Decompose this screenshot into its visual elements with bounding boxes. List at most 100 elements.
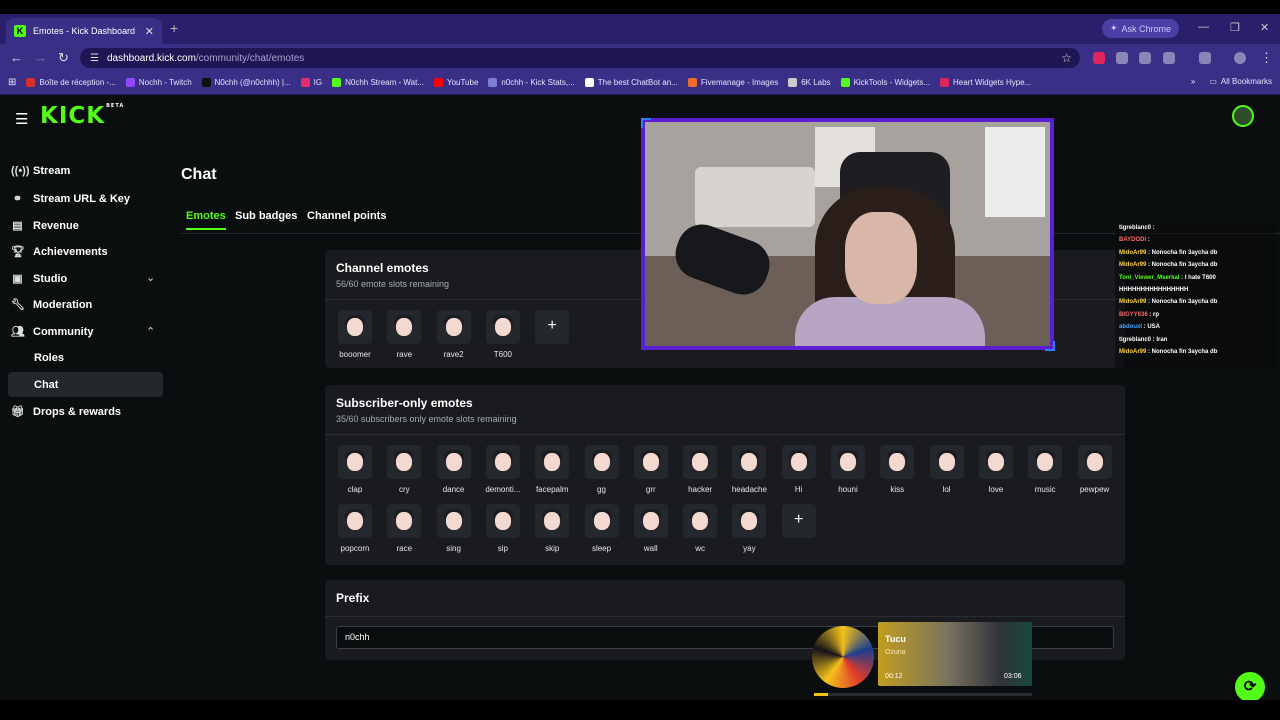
emote-tile[interactable]: race (384, 504, 424, 553)
emote-tile[interactable]: demonti... (483, 445, 523, 494)
minimize-icon[interactable]: — (1198, 21, 1209, 33)
sidebar-item-community[interactable]: 👥︎ Community (11, 325, 94, 339)
hamburger-menu-icon[interactable]: ☰ (15, 110, 28, 128)
emote-tile[interactable]: sing (434, 504, 474, 553)
side-panel-icon[interactable] (1199, 52, 1211, 64)
emote-name: rave2 (443, 350, 464, 359)
emote-tile[interactable]: gg (582, 445, 622, 494)
bookmark-item[interactable]: n0chh - Kick Stats,... (488, 78, 575, 87)
emote-tile[interactable]: dance (434, 445, 474, 494)
emote-tile[interactable]: music (1025, 445, 1065, 494)
emote-tile[interactable]: houni (828, 445, 868, 494)
sidebar-item-chat[interactable]: Chat (8, 372, 163, 397)
emote-face (889, 453, 906, 471)
site-info-icon[interactable]: ☰ (90, 53, 99, 64)
ask-chrome-button[interactable]: ✦ Ask Chrome (1102, 19, 1180, 38)
song-title: Tucu (885, 634, 906, 644)
bookmark-item[interactable]: Boîte de réception -... (26, 78, 116, 87)
sidebar-item-revenue[interactable]: ▤ Revenue (11, 219, 79, 233)
reload-icon[interactable]: ↻ (58, 50, 69, 66)
sidebar-item-stream-url-key[interactable]: ⚭ Stream URL & Key (11, 192, 130, 206)
emote-tile[interactable]: grr (631, 445, 671, 494)
sidebar-item-stream[interactable]: ((•)) Stream (11, 165, 70, 177)
forward-icon[interactable]: → (34, 50, 47, 65)
bookmark-item[interactable]: Heart Widgets Hype... (940, 78, 1031, 87)
emote-name: grr (645, 485, 656, 494)
emote-tile[interactable]: yay (729, 504, 769, 553)
emote-tile[interactable]: love (976, 445, 1016, 494)
extension-icon[interactable] (1093, 52, 1105, 64)
tab-close-icon[interactable]: ✕ (145, 25, 154, 38)
support-chat-button[interactable]: ⟳ (1235, 672, 1265, 700)
bookmark-item[interactable]: N0chh (@n0chhh) |... (201, 78, 291, 87)
chevron-more-icon[interactable]: » (1191, 77, 1195, 86)
emote-tile[interactable]: kiss (877, 445, 917, 494)
tab-emotes[interactable]: Emotes (186, 210, 226, 230)
profile-avatar-icon[interactable] (1234, 52, 1246, 64)
bookmark-item[interactable]: N0chh Stream - Wat... (332, 78, 424, 87)
emote-tile[interactable]: T600 (483, 310, 523, 359)
emote-image (1077, 445, 1112, 479)
emote-tile[interactable]: rave (384, 310, 424, 359)
back-icon[interactable]: ← (10, 50, 23, 65)
emote-tile[interactable]: booomer (335, 310, 375, 359)
bookmark-item[interactable]: IG (300, 78, 322, 87)
extensions-puzzle-icon[interactable] (1163, 52, 1175, 64)
emote-tile[interactable]: popcorn (335, 504, 375, 553)
emote-tile[interactable]: skip (532, 504, 572, 553)
sidebar-item-achievements[interactable]: 🏆︎ Achievements (11, 245, 108, 259)
emote-face (396, 318, 413, 336)
music-widget: Tucu Ozuna 00:12 03:06 (812, 622, 1032, 696)
emote-tile[interactable]: Hi (779, 445, 819, 494)
sidebar-item-drops-rewards[interactable]: 🎁︎ Drops & rewards (11, 405, 121, 419)
emote-tile[interactable]: cry (384, 445, 424, 494)
sidebar-item-roles[interactable]: Roles (8, 345, 163, 370)
chevron-up-icon[interactable]: ⌃ (146, 325, 155, 338)
emote-face (642, 512, 659, 530)
emote-tile[interactable]: wall (631, 504, 671, 553)
emote-face (544, 453, 561, 471)
bookmark-star-icon[interactable]: ☆ (1061, 51, 1072, 65)
bookmark-favicon-icon (332, 78, 342, 87)
bookmark-item[interactable]: Fivemanage - Images (687, 78, 778, 87)
extension-icon[interactable] (1139, 52, 1151, 64)
emote-tile[interactable]: pewpew (1075, 445, 1115, 494)
add-emote-button[interactable]: + (781, 504, 816, 538)
emote-tile[interactable]: lol (927, 445, 967, 494)
emote-face (1086, 453, 1103, 471)
apps-grid-icon[interactable]: ⊞ (8, 77, 16, 88)
sidebar-item-studio[interactable]: ▣ Studio (11, 272, 67, 286)
emote-image (633, 445, 668, 479)
all-bookmarks-button[interactable]: » ▭ All Bookmarks (1191, 77, 1272, 86)
window-close-icon[interactable]: ✕ (1260, 21, 1269, 34)
emote-tile[interactable]: sip (483, 504, 523, 553)
chevron-down-icon[interactable]: ⌄ (146, 271, 155, 284)
bookmark-item[interactable]: Nochh - Twitch (125, 78, 192, 87)
emote-tile[interactable]: facepalm (532, 445, 572, 494)
extension-icon[interactable] (1116, 52, 1128, 64)
kick-logo[interactable]: KICKBETA (40, 103, 124, 129)
emote-tile[interactable]: wc (680, 504, 720, 553)
tab-sub-badges[interactable]: Sub badges (235, 210, 297, 228)
chat-text: : I hate T600 (1179, 274, 1216, 281)
user-avatar[interactable] (1232, 105, 1254, 127)
chat-username: abdouxl (1119, 324, 1143, 331)
emote-tile[interactable]: hacker (680, 445, 720, 494)
emote-face (494, 453, 511, 471)
sidebar-item-moderation[interactable]: 🔧︎ Moderation (11, 298, 92, 312)
bookmark-item[interactable]: YouTube (433, 78, 478, 87)
bookmark-item[interactable]: The best ChatBot an... (584, 78, 678, 87)
new-tab-icon[interactable]: + (170, 20, 178, 36)
emote-tile[interactable]: sleep (582, 504, 622, 553)
emote-tile[interactable]: rave2 (434, 310, 474, 359)
emote-tile[interactable]: headache (729, 445, 769, 494)
emote-tile[interactable]: clap (335, 445, 375, 494)
add-emote-button[interactable]: + (535, 310, 570, 344)
browser-tab[interactable]: K Emotes - Kick Dashboard ✕ (6, 18, 162, 44)
bookmark-item[interactable]: KickTools - Widgets... (840, 78, 930, 87)
browser-menu-icon[interactable]: ⋮ (1260, 50, 1273, 66)
bookmark-item[interactable]: 6K Labs (788, 78, 831, 87)
tab-channel-points[interactable]: Channel points (307, 210, 386, 228)
maximize-icon[interactable]: ❐ (1230, 21, 1240, 34)
url-field[interactable]: ☰ dashboard.kick.com/community/chat/emot… (80, 48, 1080, 68)
